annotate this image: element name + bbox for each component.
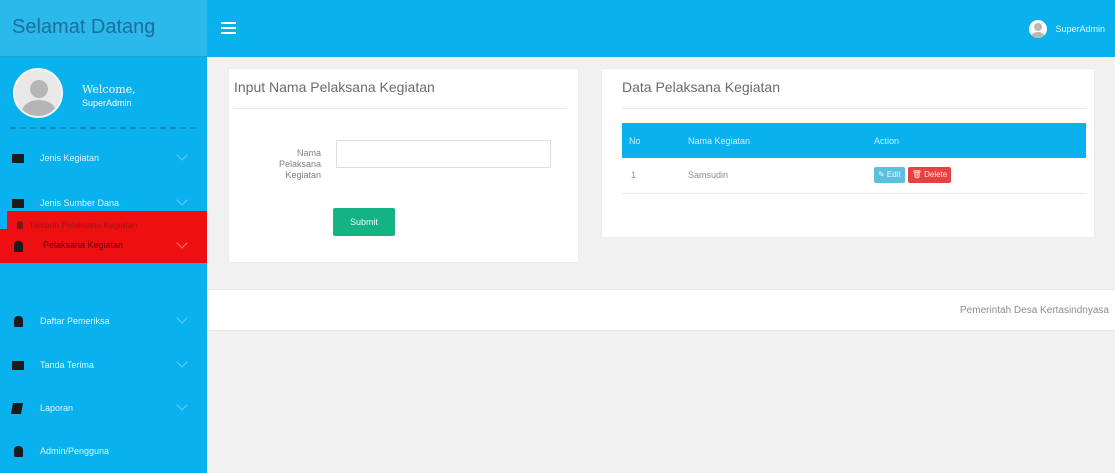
table-header-row: No Nama Kegiatan Action	[622, 123, 1086, 158]
user-icon	[14, 241, 23, 252]
column-header[interactable]: No	[622, 123, 688, 158]
menu-toggle-icon[interactable]	[221, 22, 236, 34]
edit-button[interactable]: ✎ Edit	[874, 167, 905, 184]
field-label: Nama Pelaksana Kegiatan	[259, 148, 321, 181]
sidebar-item-label: Jenis Kegiatan	[40, 153, 100, 163]
envelope-icon	[12, 361, 24, 370]
footer: Pemerintah Desa Kertasindnyasa	[207, 289, 1115, 331]
input-panel-title: Input Nama Pelaksana Kegiatan	[234, 79, 435, 95]
column-header[interactable]: Action	[874, 123, 1086, 158]
sidebar-item-jenis-kegiatan[interactable]: Jenis Kegiatan	[0, 147, 207, 171]
user-icon	[17, 221, 23, 229]
panel-divider	[234, 108, 566, 109]
sidebar-item-label: Admin/Pengguna	[40, 446, 110, 456]
profile-user-name: SuperAdmin	[82, 98, 132, 108]
field-label-line: Kegiatan	[285, 170, 321, 180]
user-icon	[14, 316, 23, 327]
data-panel: Data Pelaksana Kegiatan No Nama Kegiatan…	[601, 68, 1095, 238]
user-icon	[14, 446, 23, 457]
sidebar-item-label: Jenis Sumber Dana	[40, 198, 120, 208]
submit-button[interactable]: Submit	[333, 208, 395, 236]
delete-button[interactable]: 🗑 Delete	[907, 167, 952, 184]
chevron-down-icon	[176, 194, 188, 206]
row-name: Samsudin	[688, 158, 874, 194]
nama-pelaksana-input[interactable]	[336, 140, 551, 168]
chevron-down-icon	[176, 149, 188, 161]
row-actions: ✎ Edit 🗑 Delete	[874, 158, 1086, 194]
sidebar-item-laporan[interactable]: Laporan	[0, 397, 207, 421]
sidebar-item-tanda-terima[interactable]: Tanda Terima	[0, 354, 207, 378]
sidebar-subitem-tambah-pelaksana[interactable]: Tambah Pelaksana Kegiatan	[7, 211, 207, 238]
user-name: SuperAdmin	[1055, 24, 1105, 34]
user-avatar-icon	[1029, 20, 1048, 38]
briefcase-icon	[12, 154, 24, 163]
column-header[interactable]: Nama Kegiatan	[688, 123, 874, 158]
sidebar-profile: Welcome, SuperAdmin	[0, 57, 207, 130]
sidebar-item-admin-pengguna[interactable]: Admin/Pengguna	[0, 440, 207, 464]
top-navbar: Selamat Datang SuperAdmin	[0, 0, 1115, 57]
chevron-down-icon	[176, 399, 188, 411]
field-label-line: Pelaksana	[278, 159, 321, 169]
brand[interactable]: Selamat Datang	[0, 0, 207, 57]
row-number: 1	[622, 158, 688, 194]
sidebar-item-label: Laporan	[40, 403, 74, 413]
briefcase-icon	[12, 199, 24, 208]
chevron-down-icon	[176, 312, 188, 324]
table-row: 1 Samsudin ✎ Edit 🗑 Delete	[622, 158, 1086, 194]
book-icon	[11, 403, 23, 414]
welcome-text: Welcome,	[82, 83, 136, 96]
data-table: No Nama Kegiatan Action 1 Samsudin ✎ Edi…	[622, 123, 1086, 194]
footer-text: Pemerintah Desa Kertasindnyasa	[960, 305, 1109, 316]
brand-title: Selamat Datang	[12, 16, 156, 38]
chevron-down-icon	[176, 237, 188, 249]
sidebar-subitem-label: Tambah Pelaksana Kegiatan	[29, 220, 138, 230]
sidebar-item-label: Tanda Terima	[40, 360, 94, 370]
data-panel-title: Data Pelaksana Kegiatan	[622, 79, 780, 95]
profile-divider	[10, 127, 196, 129]
sidebar-item-label: Daftar Pemeriksa	[40, 316, 110, 326]
sidebar: Welcome, SuperAdmin Jenis Kegiatan Jenis…	[0, 57, 207, 473]
sidebar-item-label: Pelaksana Kegiatan	[43, 240, 124, 250]
profile-avatar	[13, 68, 63, 118]
input-panel: Input Nama Pelaksana Kegiatan Nama Pelak…	[228, 68, 579, 263]
chevron-down-icon	[176, 356, 188, 368]
panel-divider	[622, 108, 1086, 109]
user-menu[interactable]: SuperAdmin	[1029, 20, 1105, 38]
field-label-line: Nama	[296, 148, 321, 158]
sidebar-item-daftar-pemeriksa[interactable]: Daftar Pemeriksa	[0, 310, 207, 334]
